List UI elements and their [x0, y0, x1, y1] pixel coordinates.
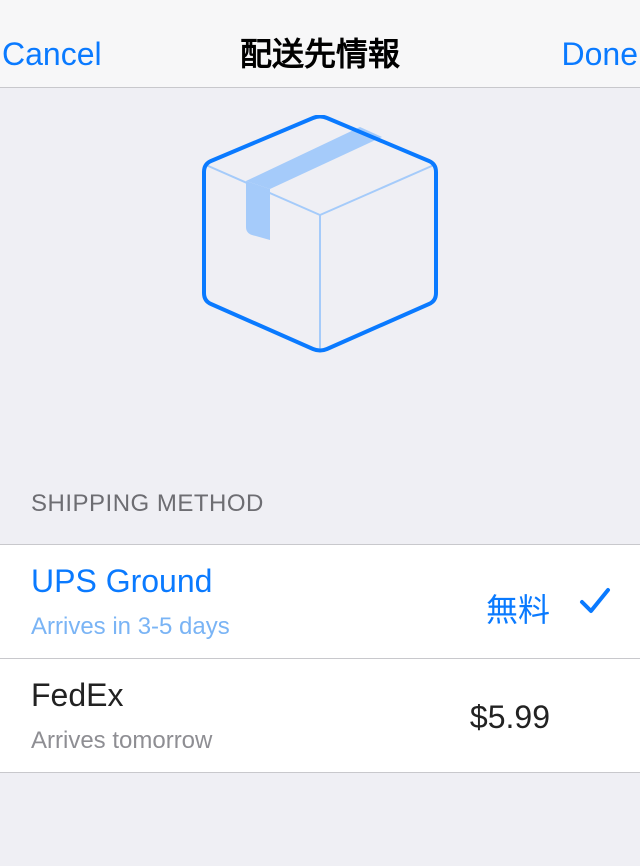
navigation-bar: Cancel 配送先情報 Done [0, 0, 640, 88]
shipping-option-ups-ground[interactable]: UPS Ground Arrives in 3-5 days 無料 [0, 545, 640, 658]
shipping-option-eta: Arrives tomorrow [31, 727, 213, 754]
shipping-option-fedex[interactable]: FedEx Arrives tomorrow $5.99 [0, 658, 640, 772]
shipping-option-price: $5.99 [469, 699, 550, 735]
checkmark-icon [580, 588, 610, 613]
package-box-icon [202, 115, 438, 353]
shipping-option-name: FedEx [31, 677, 124, 713]
shipping-method-header: SHIPPING METHOD [31, 490, 264, 517]
shipping-option-eta: Arrives in 3-5 days [31, 613, 230, 640]
hero-illustration [0, 89, 640, 449]
page-title: 配送先情報 [239, 36, 400, 72]
shipping-option-price: 無料 [485, 592, 550, 628]
shipping-options-list: UPS Ground Arrives in 3-5 days 無料 FedEx … [0, 544, 640, 773]
done-button[interactable]: Done [562, 0, 639, 88]
shipping-option-name: UPS Ground [31, 563, 213, 599]
